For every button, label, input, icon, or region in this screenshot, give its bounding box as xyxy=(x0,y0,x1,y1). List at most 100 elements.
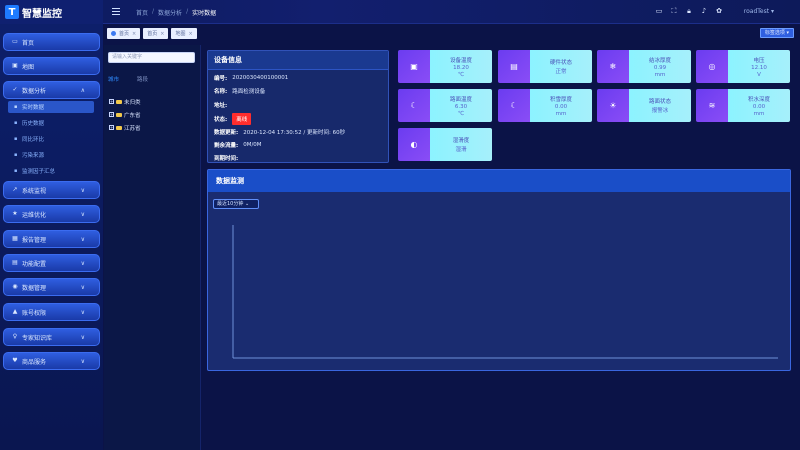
sidebar-item-label: 专家知识库 xyxy=(22,334,53,342)
monitor-icon: ▭ xyxy=(12,38,18,45)
app-logo[interactable]: T 智慧监控 xyxy=(0,0,103,24)
device-storage-label: 剩余流量: xyxy=(214,143,239,149)
sidebar-subitem-pollution[interactable]: 污染来源 xyxy=(8,149,94,161)
metric-unit: mm xyxy=(753,110,765,117)
metric-card-slippery[interactable]: ◐ 湿滑度湿滑 xyxy=(398,128,492,161)
monitor-icon[interactable]: ▭ xyxy=(655,7,663,15)
sidebar-subitem-factor-summary[interactable]: 监测因子汇总 xyxy=(8,165,94,177)
metric-card-hardware[interactable]: ▤ 硬件状态 正常 xyxy=(498,50,592,83)
expand-icon[interactable]: + xyxy=(109,99,114,104)
tab-home[interactable]: 首页 × xyxy=(107,28,141,39)
tab-map[interactable]: 地图 × xyxy=(171,28,197,39)
close-icon[interactable]: × xyxy=(160,31,164,37)
status-badge: 离线 xyxy=(232,113,252,125)
bell-icon[interactable]: ♪ xyxy=(700,7,708,15)
metric-label: 电压 xyxy=(753,57,765,64)
tab-label: 首页 xyxy=(119,31,130,37)
sidebar-item-system-monitor[interactable]: ↗ 系统监视 ∨ xyxy=(3,181,100,199)
tree-node-label: 江苏省 xyxy=(124,125,141,132)
road-status-icon: ☀ xyxy=(597,89,629,122)
metric-value: 12.10 xyxy=(751,64,767,71)
breadcrumb-home[interactable]: 首页 xyxy=(136,8,148,17)
metric-card-device-temp[interactable]: ▣ 设备温度 18.20 ℃ xyxy=(398,50,492,83)
metric-value: 湿滑 xyxy=(455,146,467,153)
sidebar-item-ops[interactable]: ★ 运维优化 ∨ xyxy=(3,205,100,223)
hamburger-menu-icon[interactable] xyxy=(112,8,120,15)
snowflake-icon: ❄ xyxy=(597,50,629,83)
device-storage-value: 0M/0M xyxy=(243,142,262,148)
sidebar: ▭ 首页 ▣ 地图 ✓ 数据分析 ∧ 实时数据 历史数据 同比环比 污染来源 监… xyxy=(0,24,103,450)
sidebar-item-data-analysis[interactable]: ✓ 数据分析 ∧ xyxy=(3,81,100,99)
sidebar-item-knowledge[interactable]: ♀ 专家知识库 ∨ xyxy=(3,328,100,346)
metric-unit: V xyxy=(757,71,761,78)
metric-label: 硬件状态 xyxy=(549,59,572,66)
chart-icon: ✓ xyxy=(12,86,18,93)
sidebar-item-label: 运维优化 xyxy=(22,211,47,219)
folder-icon xyxy=(116,99,122,104)
thermometer-icon: ▣ xyxy=(398,50,430,83)
chevron-down-icon: ∨ xyxy=(80,334,85,341)
tree-node[interactable]: + 江苏省 xyxy=(109,123,141,132)
tree-node[interactable]: + 未归类 xyxy=(109,97,141,106)
metric-card-road-status[interactable]: ☀ 路面状态报警冰 xyxy=(597,89,691,122)
tab-city[interactable]: 城市 xyxy=(108,75,119,83)
sidebar-item-config[interactable]: ▤ 功能配置 ∨ xyxy=(3,254,100,272)
metric-card-water-depth[interactable]: ≋ 积水深度 0.00 mm xyxy=(696,89,790,122)
sidebar-item-reports[interactable]: ▦ 报告管理 ∨ xyxy=(3,230,100,248)
sidebar-item-label: 地图 xyxy=(22,63,35,71)
metric-label: 路面状态 xyxy=(648,98,671,105)
sidebar-item-label: 首页 xyxy=(22,39,35,47)
expand-icon[interactable]: + xyxy=(109,125,114,130)
device-expire-row: 到期时间: xyxy=(214,153,243,163)
device-name-label: 名称: xyxy=(214,89,228,95)
chevron-down-icon: ∨ xyxy=(80,260,85,267)
sidebar-item-home[interactable]: ▭ 首页 xyxy=(3,33,100,51)
metric-card-ice-thickness[interactable]: ❄ 结冰厚度 0.99 mm xyxy=(597,50,691,83)
sidebar-item-accounts[interactable]: ▲ 账号权限 ∨ xyxy=(3,303,100,321)
sidebar-item-service[interactable]: ♥ 商品服务 ∨ xyxy=(3,352,100,370)
chevron-down-icon: ∨ xyxy=(80,284,85,291)
metric-value: 0.99 xyxy=(653,64,667,71)
breadcrumb: 首页 / 数据分析 / 实时数据 xyxy=(136,8,216,17)
metric-unit: mm xyxy=(654,71,666,78)
tab-options-label: 标签选项 xyxy=(764,30,785,36)
device-info-panel: 设备信息 编号: 2020030400100001 名称: 路面检测设备 地址:… xyxy=(207,50,389,163)
metric-value: 报警冰 xyxy=(651,107,669,114)
close-icon[interactable]: × xyxy=(132,31,136,37)
tree-node[interactable]: + 广东省 xyxy=(109,110,141,119)
sidebar-item-map[interactable]: ▣ 地图 xyxy=(3,57,100,75)
sidebar-subitem-history[interactable]: 历史数据 xyxy=(8,117,94,129)
lock-icon[interactable]: 🔒︎ xyxy=(685,7,693,15)
metric-value: 0.00 xyxy=(752,103,766,110)
breadcrumb-data-analysis[interactable]: 数据分析 xyxy=(158,8,182,17)
tab-label: 地图 xyxy=(175,31,186,37)
metric-unit: ℃ xyxy=(457,110,465,117)
skin-icon[interactable]: ✿ xyxy=(715,7,723,15)
expand-icon[interactable]: + xyxy=(109,112,114,117)
metric-card-snow-depth[interactable]: ☾ 积雪厚度 0.00 mm xyxy=(498,89,592,122)
logo-mark-icon: T xyxy=(5,5,19,19)
sidebar-subitem-realtime[interactable]: 实时数据 xyxy=(8,101,94,113)
metric-card-road-temp[interactable]: ☾ 路面温度 6.30 ℃ xyxy=(398,89,492,122)
user-menu[interactable]: roadTest ▾ xyxy=(744,8,774,15)
sidebar-subitem-compare[interactable]: 同比环比 xyxy=(8,133,94,145)
device-storage-row: 剩余流量: 0M/0M xyxy=(214,140,262,150)
water-icon: ≋ xyxy=(696,89,728,122)
slippery-icon: ◐ xyxy=(398,128,430,161)
metric-card-voltage[interactable]: ◎ 电压 12.10 V xyxy=(696,50,790,83)
tab-road[interactable]: 路段 xyxy=(137,75,148,83)
search-input[interactable]: 请输入关键字 xyxy=(108,52,195,63)
metric-unit: mm xyxy=(555,110,567,117)
metric-label: 结冰厚度 xyxy=(648,57,671,64)
sidebar-item-data-mgmt[interactable]: ◉ 数据管理 ∨ xyxy=(3,278,100,296)
close-icon[interactable]: × xyxy=(188,31,192,37)
metric-value: 18.20 xyxy=(453,64,469,71)
tab-home-2[interactable]: 首页 × xyxy=(143,28,169,39)
chevron-down-icon: ∨ xyxy=(80,211,85,218)
metric-label: 湿滑度 xyxy=(452,137,470,144)
sidebar-item-label: 系统监视 xyxy=(22,187,47,195)
tab-options-button[interactable]: 标签选项 ▾ xyxy=(759,28,794,38)
sidebar-item-label: 数据分析 xyxy=(22,87,47,95)
device-address-label: 地址: xyxy=(214,103,228,109)
fullscreen-icon[interactable]: ⛶ xyxy=(670,7,678,15)
